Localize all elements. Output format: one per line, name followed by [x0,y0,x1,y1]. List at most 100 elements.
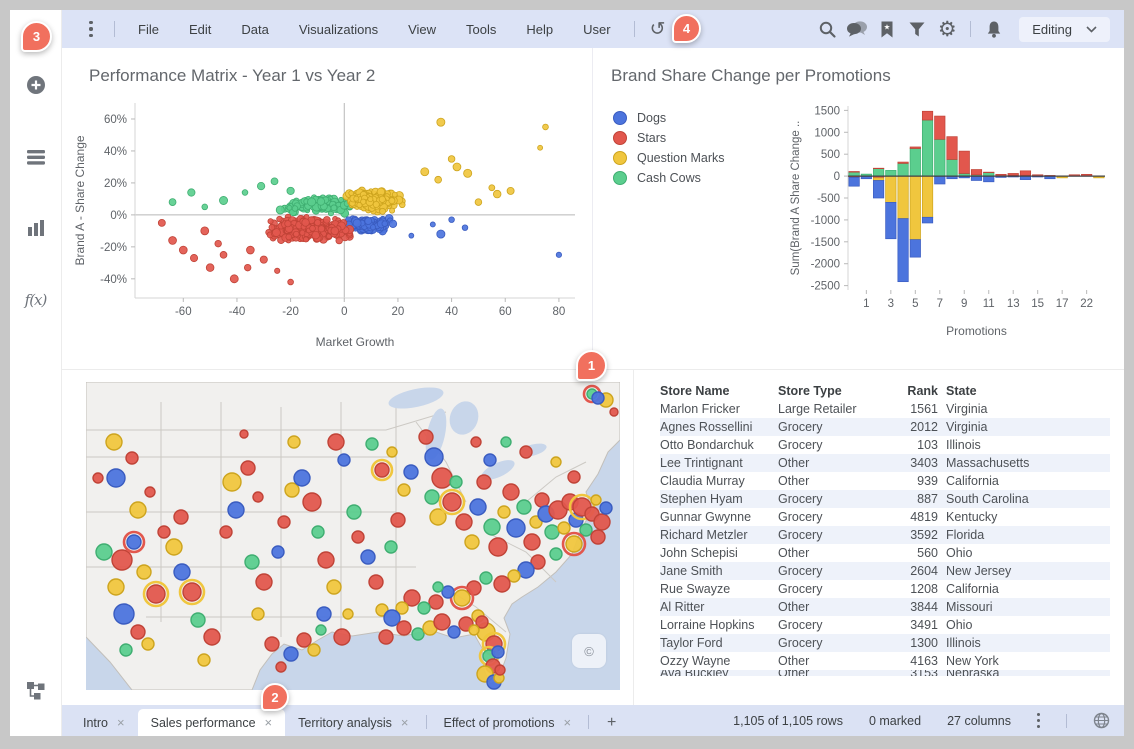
menu-tools[interactable]: Tools [451,22,511,37]
data-in-analysis-button[interactable] [10,140,62,174]
bar-chart-legend: DogsStars Question Marks Cash Cows [613,108,725,188]
menu-user[interactable]: User [568,22,625,37]
notifications-button[interactable] [979,15,1009,43]
svg-text:-1500: -1500 [811,237,840,249]
annotation-badge-4[interactable]: 4 [672,14,701,43]
table-cell: 4163 [890,654,946,668]
table-row[interactable]: Marlon FrickerLarge Retailer1561Virginia [660,400,1110,418]
bookmark-icon: ★ [878,20,896,39]
legend-item-question-marks[interactable]: Question Marks [613,148,725,168]
svg-text:22: 22 [1080,298,1093,310]
tab-close-icon[interactable]: × [265,715,273,730]
plus-circle-icon [26,75,46,95]
scatter-plot-panel[interactable]: Performance Matrix - Year 1 vs Year 2 60… [62,48,593,370]
menu-view[interactable]: View [393,22,451,37]
mode-dropdown[interactable]: Editing [1019,17,1110,42]
menu-bar: FileEditDataVisualizationsViewToolsHelpU… [123,22,626,37]
legend-item-cash-cows[interactable]: Cash Cows [613,168,725,188]
table-row-clipped[interactable]: Ava BuckleyOther3153Nebraska [660,670,1110,676]
tab-intro[interactable]: Intro × [70,709,138,736]
table-cell: 3592 [890,528,946,542]
table-row[interactable]: John SchepisiOther560Ohio [660,544,1110,562]
tab-territory-analysis[interactable]: Territory analysis× [285,709,421,736]
column-count-status: 27 columns [947,714,1011,728]
tab-divider [588,715,589,729]
legend-label: Question Marks [637,151,725,165]
scatter-plot[interactable]: 60%40%20%0%-20%-40%-60-40-20020406080Bra… [62,48,593,370]
table-row[interactable]: Gunnar GwynneGrocery4819Kentucky [660,508,1110,526]
legend-item-stars[interactable]: Stars [613,128,725,148]
table-row[interactable]: Stephen HyamGrocery887South Carolina [660,490,1110,508]
table-panel[interactable]: Store NameStore TypeRankStateMarlon Fric… [634,370,1124,705]
table-cell: Grocery [778,492,890,506]
table-cell: 939 [890,474,946,488]
annotation-badge-2[interactable]: 2 [261,683,289,711]
toolbar-kebab-menu[interactable] [76,15,106,43]
svg-text:0%: 0% [110,210,127,222]
tab-sales-performance[interactable]: Sales performance × [138,709,286,736]
annotation-badge-3[interactable]: 3 [21,21,52,52]
globe-icon[interactable] [1093,712,1110,729]
table-row[interactable]: Lee TrintignantOther3403Massachusetts [660,454,1110,472]
table-row[interactable]: Otto BondarchukGrocery103Illinois [660,436,1110,454]
undo-button[interactable]: ↺ [643,15,673,43]
menu-help[interactable]: Help [511,22,568,37]
table-row[interactable]: Jane SmithGrocery2604New Jersey [660,562,1110,580]
map-chart[interactable]: © [86,382,620,690]
tab-close-icon[interactable]: × [563,715,571,730]
legend-item-dogs[interactable]: Dogs [613,108,725,128]
map-chart-panel[interactable]: © [62,370,634,705]
annotation-badge-1[interactable]: 1 [576,350,607,381]
data-canvas-button[interactable] [10,674,62,708]
tab-effect-of-promotions[interactable]: Effect of promotions× [431,709,585,736]
comments-button[interactable] [842,15,872,43]
us-map[interactable] [86,382,620,690]
search-button[interactable] [812,15,842,43]
table-cell: 1561 [890,402,946,416]
svg-text:1: 1 [863,298,869,310]
filters-button[interactable] [902,15,932,43]
menu-data[interactable]: Data [226,22,283,37]
table-cell: Virginia [946,420,1096,434]
table-cell: State [946,384,1096,398]
table-cell: Other [778,600,890,614]
settings-button[interactable]: ⚙ [932,15,962,43]
comments-icon [846,20,868,38]
toolbar-divider [114,21,115,37]
table-row[interactable]: Ozzy WayneOther4163New York [660,652,1110,670]
map-attribution-button[interactable]: © [572,634,606,668]
table-row[interactable]: Richard MetzlerGrocery3592Florida [660,526,1110,544]
tab-label: Sales performance [151,716,256,730]
tab-close-icon[interactable]: × [117,715,125,730]
svg-text:Promotions: Promotions [946,324,1007,338]
add-page-button[interactable]: + [593,709,630,736]
svg-text:15: 15 [1031,298,1044,310]
table-cell: Kentucky [946,510,1096,524]
table-header-row: Store NameStore TypeRankState [660,382,1110,400]
row-count-status: 1,105 of 1,105 rows [733,714,843,728]
menu-edit[interactable]: Edit [174,22,226,37]
menu-file[interactable]: File [123,22,174,37]
status-kebab-menu[interactable] [1037,713,1040,727]
bar-chart[interactable]: 150010005000-500-1000-1500-2000-25001357… [593,48,1124,370]
bookmarks-button[interactable]: ★ [872,15,902,43]
tab-close-icon[interactable]: × [401,715,409,730]
add-visualization-button[interactable] [10,68,62,102]
table-row[interactable]: Lorraine HopkinsGrocery3491Ohio [660,616,1110,634]
visualization-types-button[interactable] [10,211,62,245]
bar-chart-panel[interactable]: Brand Share Change per Promotions DogsSt… [593,48,1124,370]
table-cell: 887 [890,492,946,506]
table-row[interactable]: Al RitterOther3844Missouri [660,598,1110,616]
status-divider [1066,714,1067,728]
svg-text:-40%: -40% [100,274,127,286]
table-row[interactable]: Taylor FordGrocery1300Illinois [660,634,1110,652]
menu-visualizations[interactable]: Visualizations [284,22,393,37]
legend-swatch [613,111,627,125]
table-row[interactable]: Claudia MurrayOther939California [660,472,1110,490]
svg-text:60%: 60% [104,114,127,126]
table-row[interactable]: Agnes RosselliniGrocery2012Virginia [660,418,1110,436]
tab-label: Intro [83,716,108,730]
marked-count-status: 0 marked [869,714,921,728]
data-functions-button[interactable]: f(x) [10,283,62,317]
table-row[interactable]: Rue SwayzeGrocery1208California [660,580,1110,598]
